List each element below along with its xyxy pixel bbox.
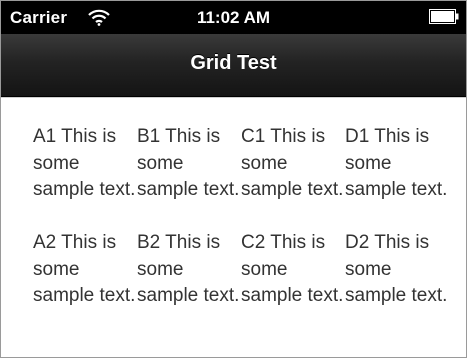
grid-cell-d2: D2 This is some sample text. [345, 232, 448, 306]
grid-cell-d1: D1 This is some sample text. [345, 126, 448, 200]
grid-cell-c2: C2 This is some sample text. [241, 232, 344, 306]
grid-cell-c1: C1 This is some sample text. [241, 126, 344, 200]
status-bar: Carrier 11:02 AM [0, 0, 467, 34]
status-time: 11:02 AM [196, 8, 271, 27]
grid-cell-b2: B2 This is some sample text. [137, 232, 240, 306]
page-title: Grid Test [190, 52, 277, 74]
grid-content: A1 This is some sample text. B1 This is … [0, 97, 467, 358]
grid-cell-b1: B1 This is some sample text. [137, 126, 240, 200]
battery-icon [429, 9, 459, 24]
app-screen: Carrier 11:02 AM Grid Test A1 This is so… [0, 0, 467, 358]
grid-cell-a2: A2 This is some sample text. [33, 232, 136, 306]
text-grid: A1 This is some sample text. B1 This is … [33, 124, 453, 336]
grid-cell-a1: A1 This is some sample text. [33, 126, 136, 200]
navigation-bar: Grid Test [0, 34, 467, 97]
